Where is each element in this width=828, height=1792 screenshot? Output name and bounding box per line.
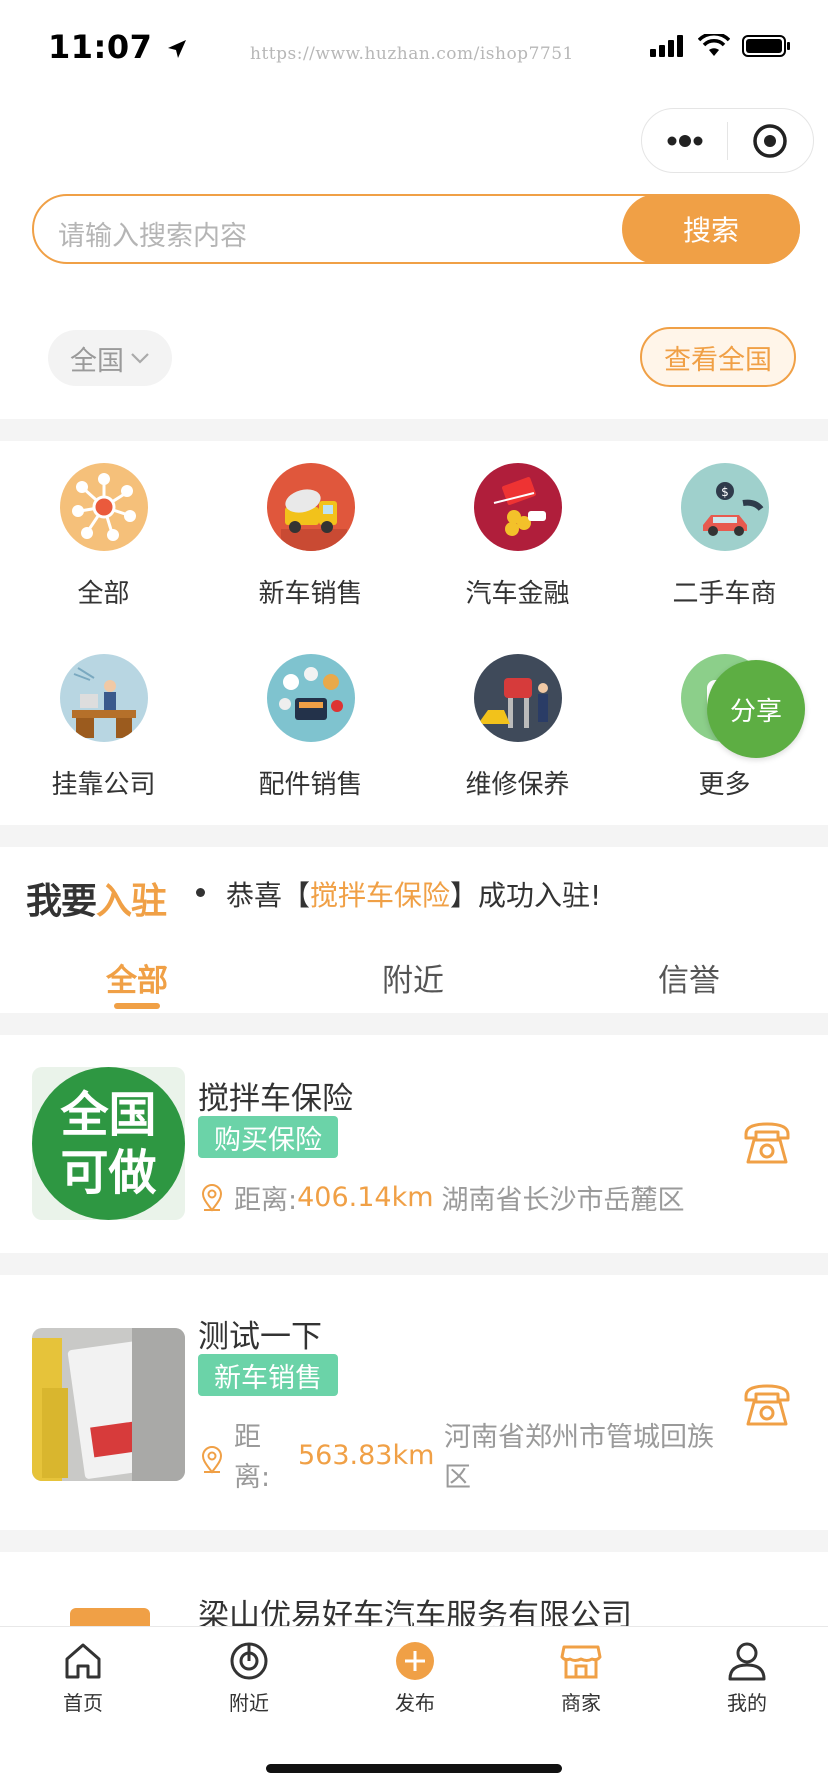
all-network-icon [59, 463, 148, 551]
more-options-button[interactable] [642, 109, 727, 172]
svg-text:$: $ [721, 485, 729, 499]
section-divider [0, 1530, 828, 1552]
tabbar-shop[interactable]: 商家 [498, 1639, 664, 1716]
location-pin-icon [201, 1183, 223, 1212]
status-time: 11:07 [48, 28, 188, 66]
tabbar-nearby[interactable]: 附近 [166, 1639, 332, 1716]
watermark-url: https://www.huzhan.com/ishop7751 [250, 44, 574, 64]
location-arrow-icon [168, 40, 186, 58]
wifi-icon [698, 34, 730, 56]
category-affiliated-company[interactable]: 挂靠公司 [0, 646, 207, 836]
dots-icon [667, 134, 702, 147]
miniprogram-capsule [641, 108, 814, 173]
tab-reputation[interactable]: 信誉 [658, 955, 720, 1000]
category-label: 维修保养 [465, 770, 570, 800]
publish-plus-icon [396, 1642, 434, 1680]
category-label: 挂靠公司 [51, 770, 156, 800]
used-car-dealer-icon: $ [680, 463, 769, 551]
section-divider [0, 419, 828, 441]
distance-value: 563.83km [298, 1440, 435, 1471]
listing-image [32, 1328, 185, 1481]
tab-all[interactable]: 全部 [106, 955, 168, 1000]
category-car-finance[interactable]: 汽车金融 [414, 455, 621, 645]
tabbar-home[interactable]: 首页 [0, 1639, 166, 1716]
listing-address: 河南省郑州市管城回族 区 [444, 1422, 714, 1493]
active-tab-indicator [114, 1003, 160, 1009]
bullet-dot [196, 888, 205, 897]
category-tag: 购买保险 [198, 1116, 338, 1158]
join-logo[interactable]: 我要入驻 [26, 872, 167, 924]
tabbar-profile[interactable]: 我的 [664, 1639, 828, 1716]
listing-image [70, 1608, 150, 1626]
nearby-icon [230, 1642, 268, 1680]
distance-row: 距离: 406.14km 湖南省长沙市岳麓区 [200, 1178, 685, 1217]
section-divider [0, 1013, 828, 1035]
region-label: 全国 [70, 345, 124, 377]
listing-title: 梁山优易好车汽车服务有限公司 [198, 1598, 632, 1626]
view-all-button[interactable]: 查看全国 [640, 327, 796, 387]
tabbar-publish[interactable]: 发布 [332, 1639, 498, 1716]
section-divider [0, 825, 828, 847]
share-button[interactable]: 分享 [707, 660, 805, 758]
phone-icon[interactable] [740, 1378, 794, 1432]
category-label: 新车销售 [258, 579, 363, 609]
region-selector[interactable]: 全国 [48, 330, 172, 386]
status-icons [650, 34, 792, 58]
profile-icon [728, 1642, 766, 1681]
search-bar: 请输入搜索内容 搜索 [32, 194, 800, 264]
office-desk-icon [59, 654, 148, 742]
car-parts-icon [266, 654, 355, 742]
location-pin-icon [201, 1446, 223, 1474]
listing-title: 搅拌车保险 [198, 1081, 353, 1117]
location-pin-wrapper [200, 1446, 224, 1478]
home-icon [65, 1643, 101, 1679]
home-indicator [266, 1764, 562, 1773]
list-item[interactable]: 梁山优易好车汽车服务有限公司 [0, 1552, 828, 1626]
car-repair-icon [473, 654, 562, 742]
close-miniprogram-button[interactable] [728, 109, 813, 172]
category-label: 更多 [698, 770, 751, 800]
tab-nearby[interactable]: 附近 [382, 955, 444, 1000]
mixer-truck-icon [266, 463, 355, 551]
category-all[interactable]: 全部 [0, 455, 207, 645]
phone-icon[interactable] [740, 1116, 794, 1170]
car-finance-icon [473, 463, 562, 551]
category-label: 配件销售 [258, 770, 363, 800]
join-notice: 恭喜【搅拌车保险】成功入驻! [226, 879, 602, 912]
category-new-car-sales[interactable]: 新车销售 [207, 455, 414, 645]
listing-title: 测试一下 [198, 1319, 322, 1355]
section-divider [0, 1253, 828, 1275]
category-repair-maintenance[interactable]: 维修保养 [414, 646, 621, 836]
category-parts-sales[interactable]: 配件销售 [207, 646, 414, 836]
category-label: 汽车金融 [465, 579, 570, 609]
category-label: 二手车商 [672, 579, 777, 609]
category-used-car-dealer[interactable]: $ 二手车商 [621, 455, 828, 645]
target-circle-icon [753, 123, 788, 158]
listing-image: 全国 可做 [32, 1067, 185, 1220]
signal-icon [650, 35, 683, 57]
search-button[interactable]: 搜索 [622, 194, 800, 264]
search-input[interactable]: 请输入搜索内容 [58, 214, 247, 253]
category-tag: 新车销售 [198, 1354, 338, 1396]
shop-icon [560, 1645, 602, 1679]
battery-icon [742, 35, 790, 57]
category-label: 全部 [77, 579, 130, 609]
chevron-down-icon [131, 353, 149, 364]
distance-label: 距 离: [234, 1422, 271, 1493]
